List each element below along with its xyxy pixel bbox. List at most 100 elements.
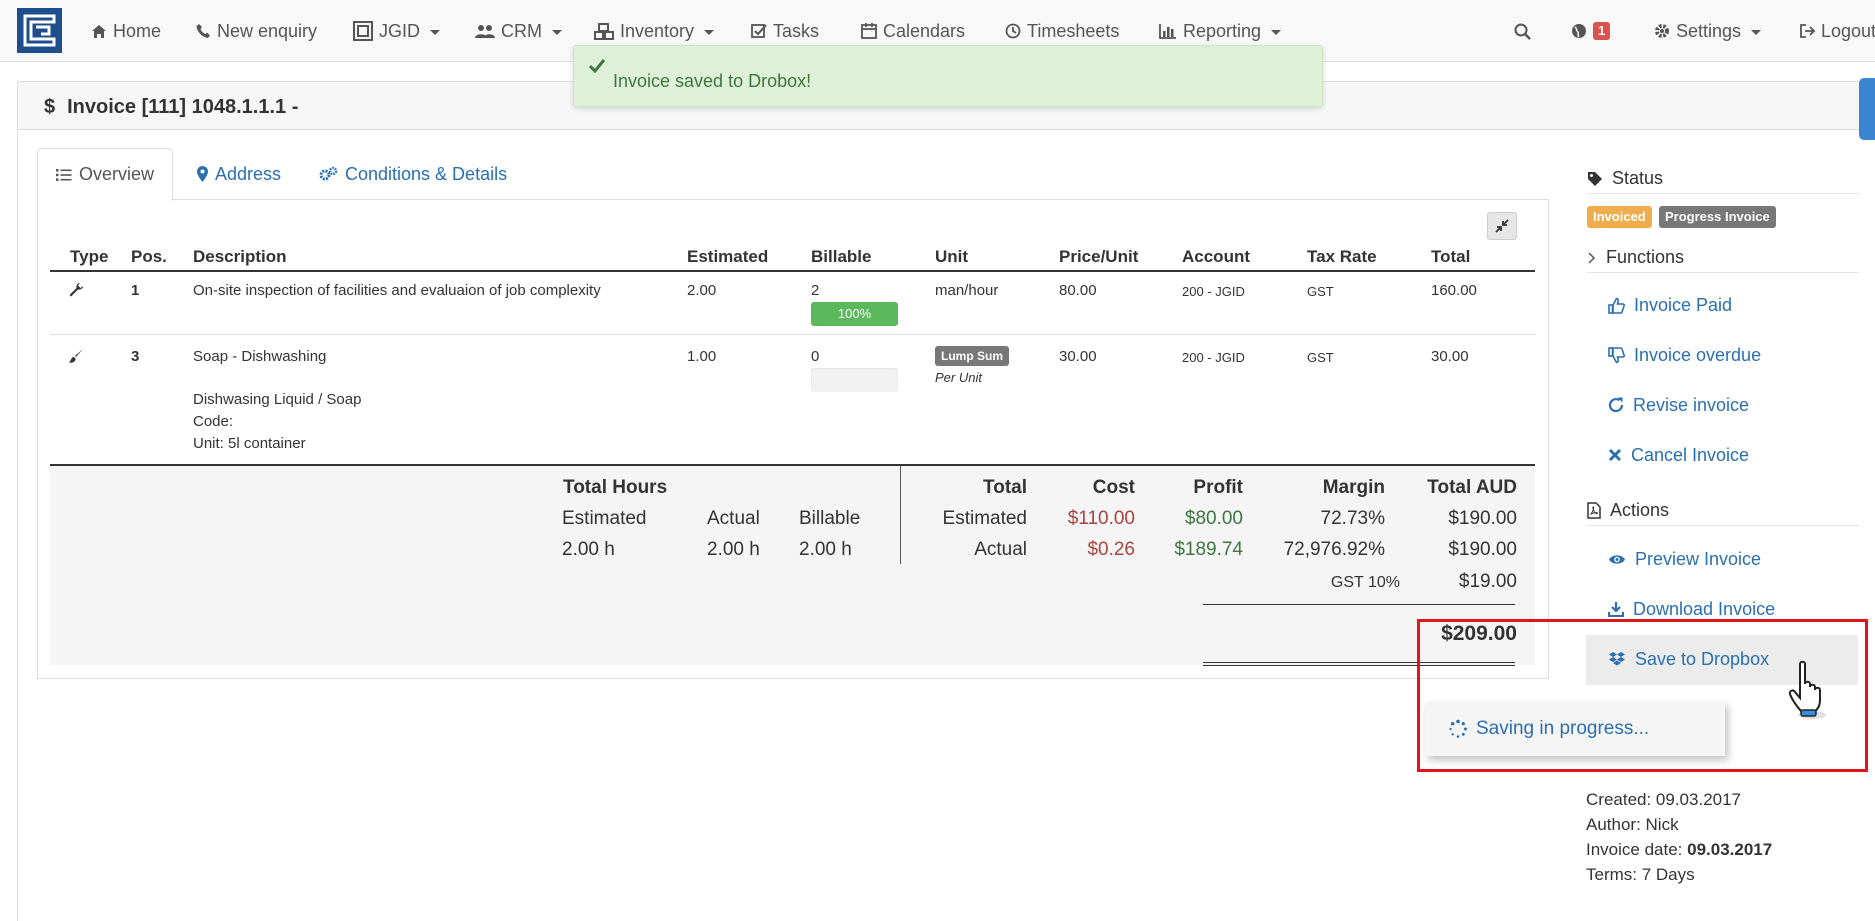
hand-cursor-icon [1786,660,1834,727]
row-unit: man/hour [935,282,999,299]
search-button[interactable] [1514,19,1531,43]
hours-header-estimated: Estimated [562,508,647,529]
gear-icon [1655,24,1669,38]
nav-jgid[interactable]: JGID [353,19,441,43]
actual-total-aud: $190.00 [1448,539,1517,560]
pdf-file-icon [1587,502,1601,519]
preview-invoice-link[interactable]: Preview Invoice [1608,546,1761,572]
revise-invoice-link[interactable]: Revise invoice [1608,392,1749,418]
sign-out-icon [1800,24,1815,38]
row-total: 30.00 [1431,348,1469,365]
nav-inventory[interactable]: Inventory [594,19,715,43]
cancel-invoice-link[interactable]: Cancel Invoice [1608,442,1749,468]
compress-button[interactable] [1487,212,1517,240]
row-account: 200 - JGID [1182,284,1245,299]
nav-home[interactable]: Home [91,19,161,43]
hours-header-actual: Actual [707,508,760,529]
thumbs-down-icon [1608,346,1625,363]
tab-conditions-details[interactable]: Conditions & Details [300,148,525,200]
invoice-overdue-link[interactable]: Invoice overdue [1608,342,1761,368]
tab-overview[interactable]: Overview [37,148,174,201]
hours-estimated-value: 2.00 h [562,539,615,560]
notifications-button[interactable]: 1 [1571,19,1611,43]
row-estimated: 2.00 [687,282,717,299]
col-header-description: Description [193,247,287,266]
saving-progress-popup: Saving in progress... [1425,702,1725,756]
row-estimated: 1.00 [687,348,717,365]
compress-icon [1495,219,1509,233]
chevron-down-icon [1751,29,1762,35]
row-description-line: Dishwasing Liquid / Soap [193,391,362,408]
success-toast: Invoice saved to Drobox! [573,45,1323,107]
money-header-total-aud: Total AUD [1427,477,1517,498]
meta-invoice-date-value: 09.03.2017 [1687,840,1773,859]
total-hours-title: Total Hours [563,477,668,498]
row-price: 80.00 [1059,282,1097,299]
estimated-row-label: Estimated [942,508,1027,529]
col-header-total: Total [1431,247,1471,266]
billable-progress-label: 100% [837,306,872,321]
col-header-price-unit: Price/Unit [1059,247,1139,266]
nav-tasks[interactable]: Tasks [751,19,819,43]
nav-crm[interactable]: CRM [475,19,562,43]
search-icon [1514,23,1531,40]
row-description-line: Code: [193,413,234,430]
summary-divider [900,466,901,564]
download-icon [1608,602,1624,617]
tag-icon [1588,171,1602,186]
nav-inventory-label: Inventory [620,20,695,41]
col-header-type: Type [70,247,109,266]
tab-address[interactable]: Address [179,148,299,200]
col-header-pos: Pos. [131,247,167,266]
cubes-icon [594,22,614,40]
actions-section-header: Actions [1587,496,1859,526]
revise-invoice-label: Revise invoice [1633,394,1750,415]
app-logo-icon[interactable] [17,8,62,53]
billable-progress-label: 0% [815,372,834,387]
chevron-right-icon [1588,251,1596,264]
nav-reporting[interactable]: Reporting [1159,19,1282,43]
col-header-unit: Unit [935,247,969,266]
invoice-paid-link[interactable]: Invoice Paid [1608,292,1732,318]
col-header-estimated: Estimated [687,247,769,266]
money-header-total: Total [983,477,1027,498]
meta-author: Author: Nick [1586,815,1679,834]
gst-value: $19.00 [1458,571,1517,592]
functions-title: Functions [1606,247,1685,267]
meta-created: Created: 09.03.2017 [1586,790,1742,809]
nav-new-enquiry-label: New enquiry [217,20,318,41]
nav-calendars[interactable]: Calendars [861,19,965,43]
clock-icon [1005,23,1021,39]
close-icon [1608,448,1622,462]
nav-reporting-label: Reporting [1183,20,1262,41]
gst-label: GST 10% [1330,574,1400,591]
status-title: Status [1612,168,1664,188]
nav-crm-label: CRM [501,20,542,41]
nav-settings[interactable]: Settings [1654,19,1762,43]
unit-badge: Lump Sum [935,346,1009,366]
row-pos: 3 [131,348,140,365]
nav-home-label: Home [113,20,162,41]
nav-logout-label: Logout [1821,20,1875,41]
notification-count-badge: 1 [1593,22,1611,40]
bar-chart-icon [1159,24,1176,39]
actual-cost: $0.26 [1087,539,1135,560]
tab-conditions-label: Conditions & Details [345,163,508,184]
col-header-billable: Billable [811,247,872,266]
nav-logout[interactable]: Logout [1799,19,1875,43]
money-header-margin: Margin [1322,477,1385,498]
cogs-icon [319,166,338,181]
functions-section-header[interactable]: Functions [1587,243,1859,273]
hours-billable-value: 2.00 h [799,539,852,560]
check-square-icon [751,24,767,38]
nav-new-enquiry[interactable]: New enquiry [196,19,317,43]
tab-address-label: Address [215,163,282,184]
side-panel-toggle[interactable] [1859,78,1875,140]
row-price: 30.00 [1059,348,1097,365]
billable-progress-bar: 100% [811,302,898,326]
nav-timesheets[interactable]: Timesheets [1005,19,1119,43]
estimated-cost: $110.00 [1067,508,1135,529]
checkmark-icon [589,59,605,73]
billable-progress-bar: 0% [811,368,898,392]
chevron-down-icon [704,29,715,35]
